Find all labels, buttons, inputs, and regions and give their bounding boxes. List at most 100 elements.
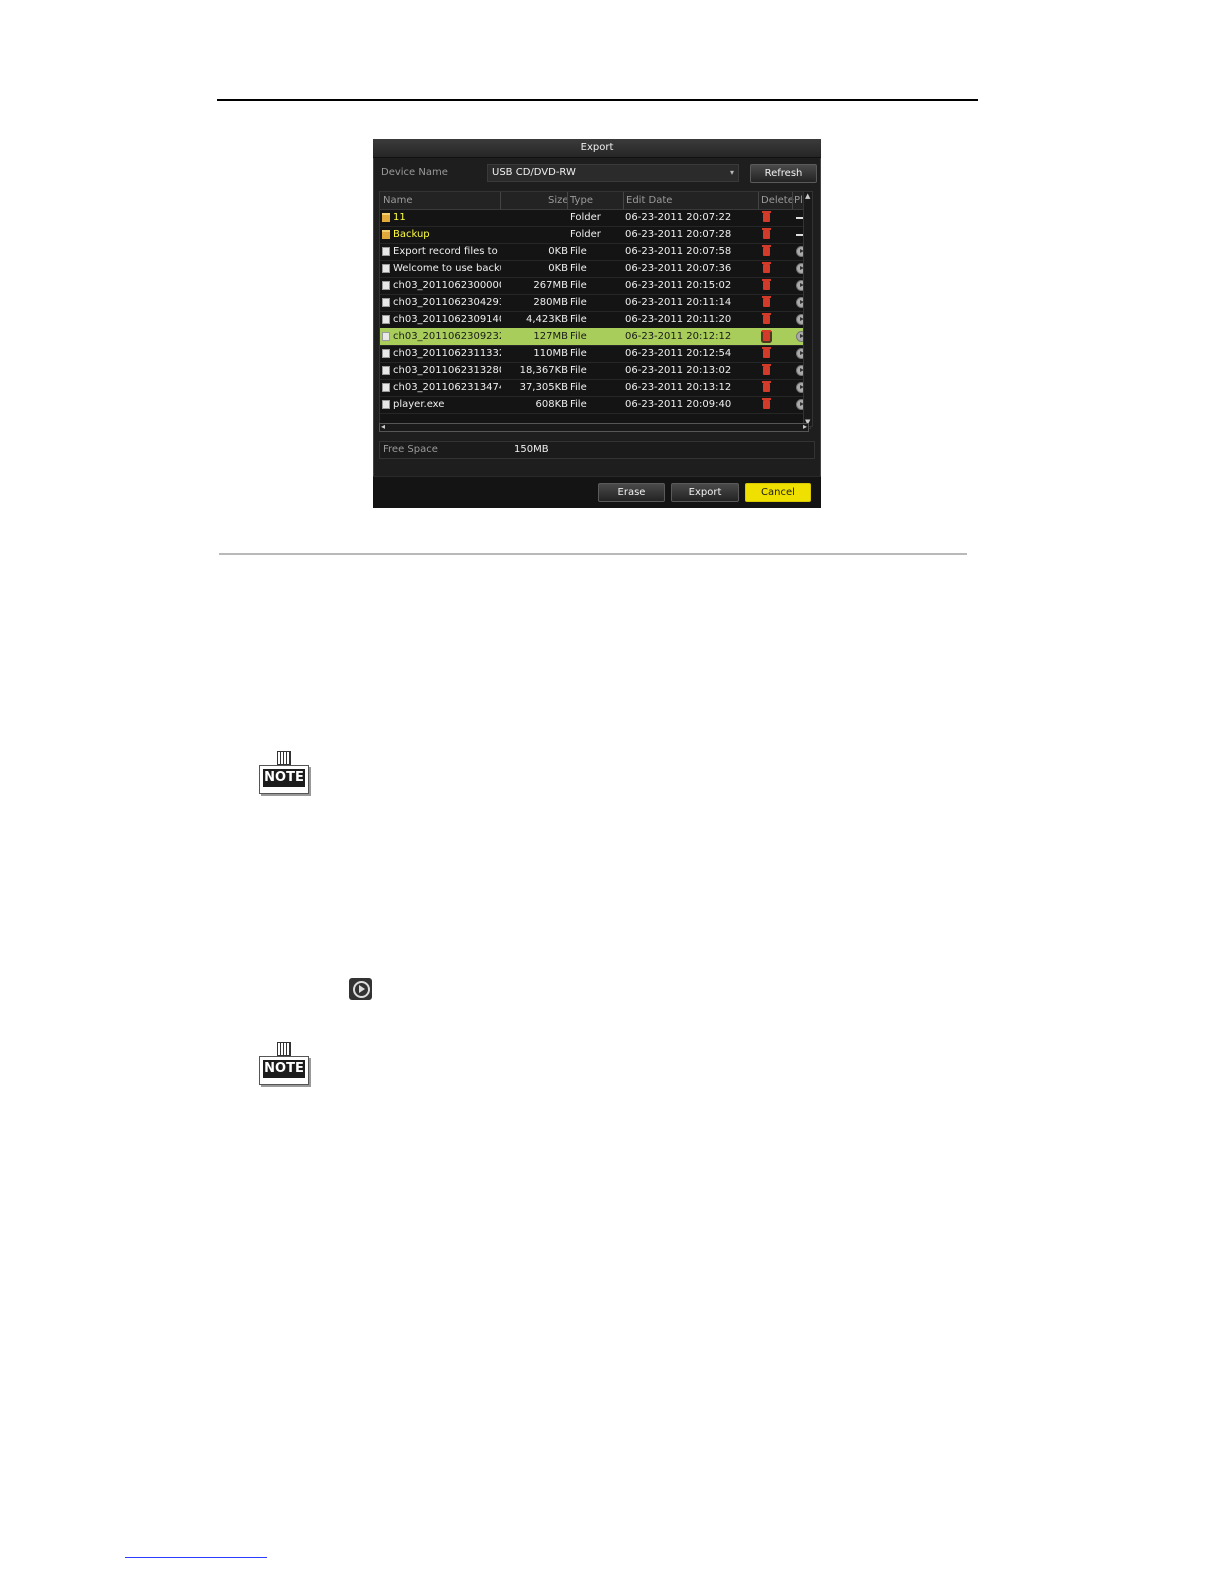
file-name: ch03_20110623132800 <box>393 365 501 376</box>
file-type: File <box>570 382 587 393</box>
file-size: 4,423KB <box>525 314 568 325</box>
device-select[interactable]: USB CD/DVD-RW ▾ <box>487 164 739 182</box>
play-icon <box>349 978 372 1000</box>
folder-icon <box>382 213 390 222</box>
table-row[interactable]: ch03_20110623042932 280MB File 06-23-2011 2… <box>380 294 810 312</box>
file-size: 110MB <box>533 348 568 359</box>
button-bar: Erase Export Cancel <box>373 476 821 508</box>
trash-icon[interactable] <box>762 330 771 341</box>
vertical-scrollbar[interactable]: ▲ ▼ <box>803 191 813 427</box>
note-icon: NOTE <box>259 1042 309 1089</box>
file-icon <box>382 383 390 392</box>
trash-icon[interactable] <box>762 245 771 256</box>
file-name: player.exe <box>393 399 445 410</box>
scroll-up-icon[interactable]: ▲ <box>805 192 810 200</box>
free-space-row: Free Space 150MB <box>379 441 815 459</box>
table-row[interactable]: 11 Folder 06-23-2011 20:07:22 <box>380 209 810 227</box>
file-type: Folder <box>570 229 601 240</box>
device-row: Device Name USB CD/DVD-RW ▾ Refresh <box>379 163 817 183</box>
table-row[interactable]: ch03_20110623092323 127MB File 06-23-2011 2… <box>380 328 810 346</box>
horizontal-scrollbar[interactable]: ◂ ▸ <box>379 422 809 432</box>
file-type: File <box>570 314 587 325</box>
table-row[interactable]: ch03_20110623134743 37,305KB File 06-23-201… <box>380 379 810 397</box>
file-size: 280MB <box>533 297 568 308</box>
file-icon <box>382 349 390 358</box>
scroll-left-icon[interactable]: ◂ <box>381 422 385 431</box>
file-name: ch03_20110623092323 <box>393 331 501 342</box>
trash-icon[interactable] <box>762 211 771 222</box>
file-edit-date: 06-23-2011 20:09:40 <box>625 399 732 410</box>
file-name: Welcome to use backup <box>393 263 501 274</box>
file-edit-date: 06-23-2011 20:07:58 <box>625 246 732 257</box>
file-name: 11 <box>393 212 406 223</box>
note-icon: NOTE <box>259 751 309 798</box>
file-name: ch03_20110623134743 <box>393 382 501 393</box>
col-type[interactable]: Type <box>570 195 593 206</box>
file-edit-date: 06-23-2011 20:12:12 <box>625 331 732 342</box>
table-row[interactable]: ch03_20110623000000 267MB File 06-23-2011 2… <box>380 277 810 295</box>
file-type: File <box>570 348 587 359</box>
table-header: Name Size Type Edit Date Delete Pla <box>380 192 810 210</box>
file-type: File <box>570 331 587 342</box>
trash-icon[interactable] <box>762 262 771 273</box>
file-icon <box>382 400 390 409</box>
file-type: File <box>570 263 587 274</box>
trash-icon[interactable] <box>762 398 771 409</box>
file-name: Export record files to mo <box>393 246 501 257</box>
chevron-down-icon: ▾ <box>729 168 734 177</box>
file-size: 18,367KB <box>519 365 568 376</box>
file-type: File <box>570 365 587 376</box>
table-row[interactable]: Backup Folder 06-23-2011 20:07:28 <box>380 226 810 244</box>
file-size: 37,305KB <box>519 382 568 393</box>
file-edit-date: 06-23-2011 20:13:02 <box>625 365 732 376</box>
table-row[interactable]: player.exe 608KB File 06-23-2011 20:09:40 <box>380 396 810 414</box>
note-label: NOTE <box>263 769 305 787</box>
device-name-label: Device Name <box>381 167 448 178</box>
file-edit-date: 06-23-2011 20:07:28 <box>625 229 732 240</box>
file-type: File <box>570 297 587 308</box>
file-icon <box>382 366 390 375</box>
trash-icon[interactable] <box>762 279 771 290</box>
table-row[interactable]: Export record files to mo 0KBFile 06-23-20… <box>380 243 810 261</box>
file-type: Folder <box>570 212 601 223</box>
free-space-value: 150MB <box>514 444 549 455</box>
table-row[interactable]: ch03_20110623091403 4,423KB File 06-23-2011… <box>380 311 810 329</box>
trash-icon[interactable] <box>762 381 771 392</box>
scroll-right-icon[interactable]: ▸ <box>803 422 807 431</box>
file-size: 608KB <box>535 399 568 410</box>
trash-icon[interactable] <box>762 228 771 239</box>
erase-button[interactable]: Erase <box>598 483 665 502</box>
file-edit-date: 06-23-2011 20:13:12 <box>625 382 732 393</box>
table-row[interactable]: ch03_20110623113325 110MB File 06-23-2011 2… <box>380 345 810 363</box>
file-edit-date: 06-23-2011 20:07:22 <box>625 212 732 223</box>
table-row[interactable]: Welcome to use backup 0KB File 06-23-2011 2… <box>380 260 810 278</box>
trash-icon[interactable] <box>762 313 771 324</box>
table-row[interactable]: ch03_20110623132800 18,367KB File 06-23-201… <box>380 362 810 380</box>
file-type: File <box>570 246 587 257</box>
free-space-label: Free Space <box>383 444 438 455</box>
file-name: ch03_20110623042932 <box>393 297 501 308</box>
file-edit-date: 06-23-2011 20:12:54 <box>625 348 732 359</box>
file-name: Backup <box>393 229 430 240</box>
col-delete[interactable]: Delete <box>761 195 794 206</box>
file-name: ch03_20110623091403 <box>393 314 501 325</box>
file-icon <box>382 264 390 273</box>
file-edit-date: 06-23-2011 20:11:14 <box>625 297 732 308</box>
folder-icon <box>382 230 390 239</box>
section-rule <box>219 553 967 555</box>
export-button[interactable]: Export <box>671 483 739 502</box>
trash-icon[interactable] <box>762 296 771 307</box>
cancel-button[interactable]: Cancel <box>745 483 811 502</box>
file-icon <box>382 332 390 341</box>
header-rule <box>217 99 978 101</box>
col-size[interactable]: Size <box>548 195 569 206</box>
refresh-button[interactable]: Refresh <box>750 164 817 183</box>
file-name: ch03_20110623113325 <box>393 348 501 359</box>
file-name: ch03_20110623000000 <box>393 280 501 291</box>
col-name[interactable]: Name <box>383 195 413 206</box>
trash-icon[interactable] <box>762 347 771 358</box>
col-edit-date[interactable]: Edit Date <box>626 195 672 206</box>
trash-icon[interactable] <box>762 364 771 375</box>
file-size: 0KB <box>548 246 568 257</box>
file-edit-date: 06-23-2011 20:11:20 <box>625 314 732 325</box>
